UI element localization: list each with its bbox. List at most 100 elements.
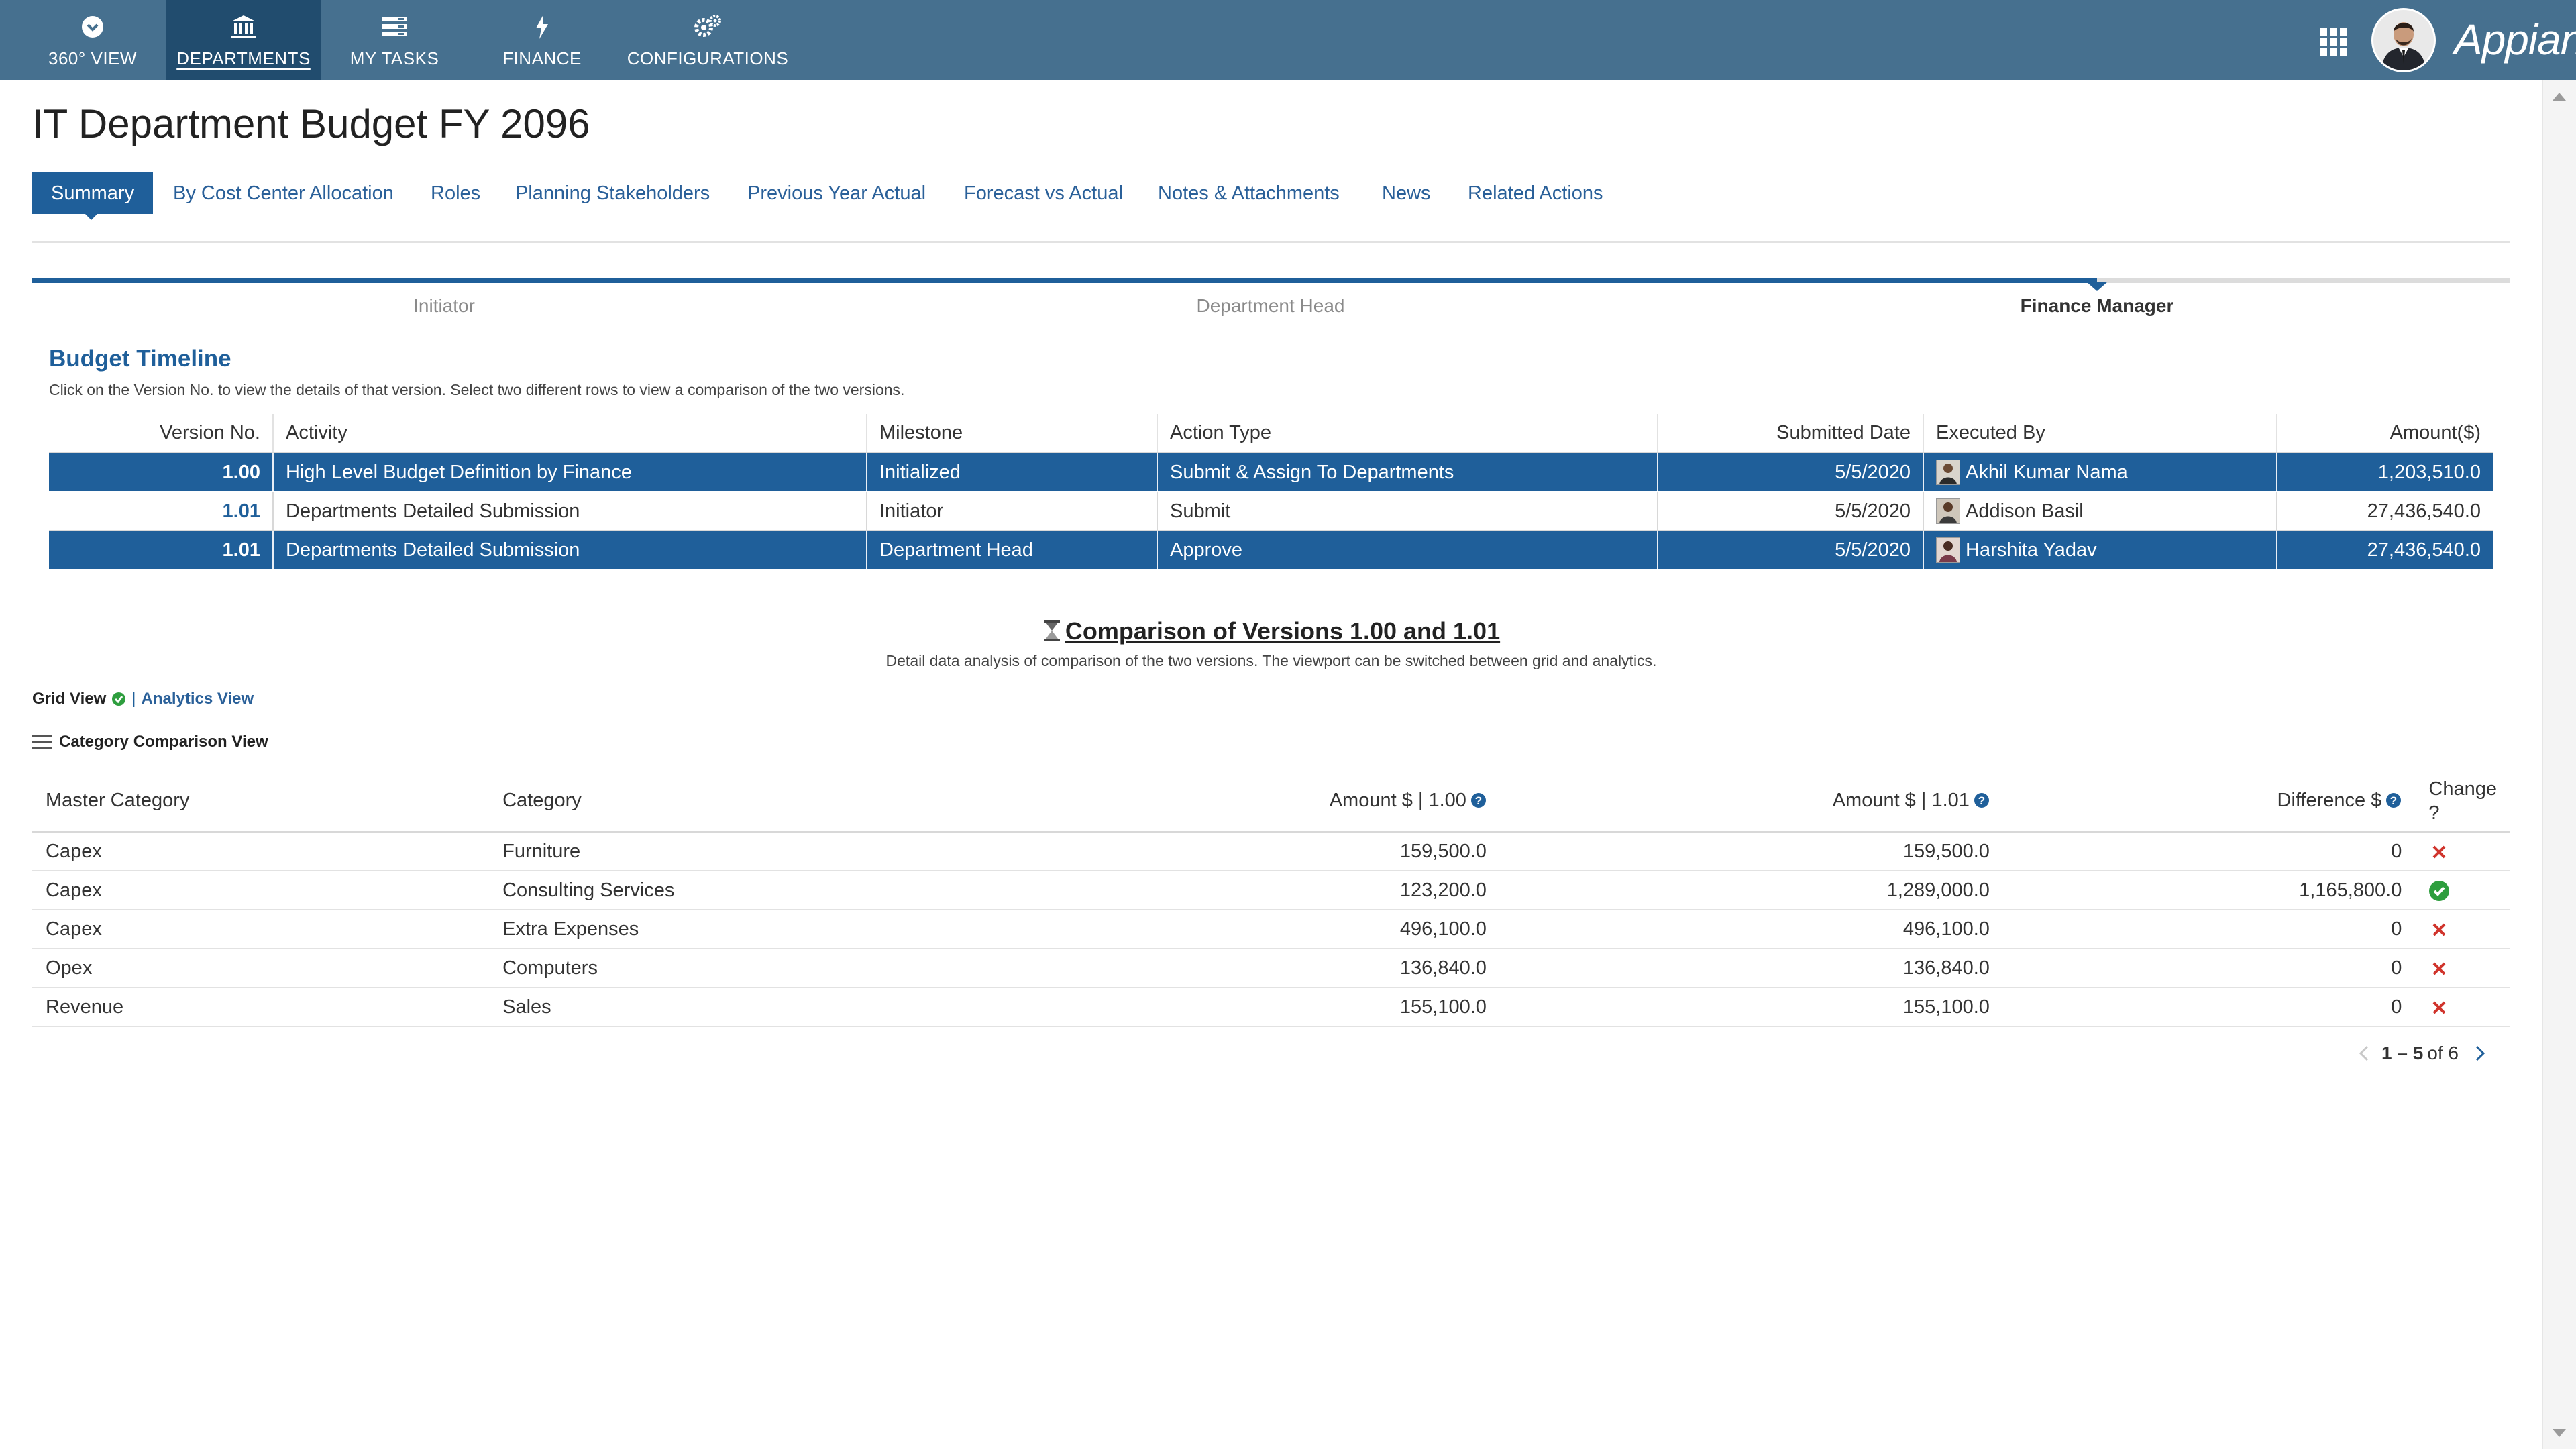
change-cell: [2415, 987, 2510, 1027]
nav-360-view[interactable]: 360° VIEW: [34, 0, 152, 80]
tabs-divider: [32, 241, 2510, 243]
col-header-activity[interactable]: Activity: [272, 414, 867, 453]
amount-v2-cell: 496,100.0: [1499, 910, 2003, 949]
col-header-difference[interactable]: Difference $?: [2002, 770, 2416, 833]
version-link[interactable]: 1.01: [223, 539, 260, 561]
table-row[interactable]: 1.00 High Level Budget Definition by Fin…: [49, 453, 2493, 492]
nav-finance[interactable]: FINANCE: [483, 0, 601, 80]
stepper-progress-complete: [32, 278, 2097, 283]
activity-cell: Departments Detailed Submission: [272, 531, 867, 570]
x-mark-icon: [2428, 841, 2450, 863]
help-circle-icon[interactable]: ?: [1470, 792, 1487, 808]
step-finance-manager: Finance Manager: [2020, 295, 2174, 316]
action-type-cell: Approve: [1157, 531, 1658, 570]
tab-by-cost-center-allocation[interactable]: By Cost Center Allocation: [173, 172, 394, 214]
tab-forecast-vs-actual[interactable]: Forecast vs Actual: [964, 172, 1123, 214]
budget-timeline-grid: Version No. Activity Milestone Action Ty…: [49, 414, 2493, 570]
tab-news[interactable]: News: [1382, 172, 1431, 214]
table-row[interactable]: 1.01 Departments Detailed Submission Ini…: [49, 492, 2493, 531]
help-circle-icon[interactable]: ?: [2385, 792, 2402, 808]
category-cell: Consulting Services: [489, 871, 947, 910]
col-header-submitted-date[interactable]: Submitted Date: [1657, 414, 1923, 453]
amount-v1-cell: 496,100.0: [946, 910, 1500, 949]
col-header-amount-v2[interactable]: Amount $ | 1.01?: [1499, 770, 2003, 833]
user-thumbnail-icon: [1936, 537, 1960, 563]
tab-summary[interactable]: Summary: [32, 172, 154, 214]
version-link[interactable]: 1.00: [223, 462, 260, 483]
col-header-label: Amount $ | 1.00: [1329, 790, 1466, 811]
activity-cell: Departments Detailed Submission: [272, 492, 867, 531]
difference-cell: 0: [2002, 832, 2416, 871]
table-row: Opex Computers 136,840.0 136,840.0 0: [32, 949, 2510, 988]
user-avatar[interactable]: [2371, 8, 2436, 72]
user-thumbnail-icon: [1936, 498, 1960, 524]
col-header-change[interactable]: Change ?: [2415, 770, 2510, 833]
col-header-amount[interactable]: Amount($): [2276, 414, 2493, 453]
table-row: Capex Furniture 159,500.0 159,500.0 0: [32, 832, 2510, 871]
amount-v2-cell: 136,840.0: [1499, 949, 2003, 988]
category-cell: Computers: [489, 949, 947, 988]
svg-text:?: ?: [1978, 794, 1985, 807]
nav-label: FINANCE: [502, 48, 582, 68]
master-category-cell: Capex: [32, 871, 490, 910]
stepper-progress-remaining: [2097, 278, 2510, 283]
nav-configurations[interactable]: CONFIGURATIONS: [624, 0, 792, 80]
col-header-version[interactable]: Version No.: [49, 414, 273, 453]
action-type-cell: Submit & Assign To Departments: [1157, 453, 1658, 492]
page-scrollbar[interactable]: [2542, 80, 2576, 1449]
table-row: Capex Consulting Services 123,200.0 1,28…: [32, 871, 2510, 910]
amount-cell: 27,436,540.0: [2276, 492, 2493, 531]
category-cell: Furniture: [489, 832, 947, 871]
grid-view-option[interactable]: Grid View: [32, 690, 106, 708]
help-circle-icon[interactable]: ?: [1974, 792, 1990, 808]
nav-departments[interactable]: DEPARTMENTS: [166, 0, 321, 80]
tab-related-actions[interactable]: Related Actions: [1468, 172, 1603, 214]
col-header-master-category[interactable]: Master Category: [32, 770, 490, 833]
comparison-title-text: Comparison of Versions 1.00 and 1.01: [1065, 617, 1501, 645]
master-category-cell: Capex: [32, 910, 490, 949]
amount-v2-cell: 1,289,000.0: [1499, 871, 2003, 910]
executed-by-name: Harshita Yadav: [1966, 539, 2097, 561]
nav-my-tasks[interactable]: MY TASKS: [335, 0, 453, 80]
scroll-down-arrow-icon[interactable]: [2553, 1429, 2566, 1437]
action-type-cell: Submit: [1157, 492, 1658, 531]
master-category-cell: Capex: [32, 832, 490, 871]
col-header-label: Difference $: [2277, 790, 2382, 811]
nav-label: 360° VIEW: [48, 48, 137, 68]
amount-cell: 1,203,510.0: [2276, 453, 2493, 492]
x-mark-icon: [2428, 958, 2450, 979]
chevron-left-icon[interactable]: [2355, 1043, 2375, 1063]
table-row[interactable]: 1.01 Departments Detailed Submission Dep…: [49, 531, 2493, 570]
hamburger-menu-icon[interactable]: [32, 733, 54, 751]
activity-cell: High Level Budget Definition by Finance: [272, 453, 867, 492]
col-header-label: Amount $ | 1.01: [1832, 790, 1970, 811]
col-header-category[interactable]: Category: [489, 770, 947, 833]
submitted-date-cell: 5/5/2020: [1657, 531, 1923, 570]
col-header-action-type[interactable]: Action Type: [1157, 414, 1658, 453]
chevron-down-circle-icon: [78, 12, 107, 42]
tab-previous-year-actual[interactable]: Previous Year Actual: [747, 172, 926, 214]
tab-notes-attachments[interactable]: Notes & Attachments: [1158, 172, 1340, 214]
gears-icon: [693, 12, 722, 42]
col-header-amount-v1[interactable]: Amount $ | 1.00?: [946, 770, 1500, 833]
analytics-view-link[interactable]: Analytics View: [142, 690, 254, 708]
scroll-up-arrow-icon[interactable]: [2553, 93, 2566, 101]
col-header-executed-by[interactable]: Executed By: [1923, 414, 2277, 453]
submitted-date-cell: 5/5/2020: [1657, 492, 1923, 531]
master-category-cell: Revenue: [32, 987, 490, 1027]
executed-by-cell: Addison Basil: [1923, 492, 2277, 531]
chevron-right-icon[interactable]: [2469, 1043, 2489, 1063]
tab-roles[interactable]: Roles: [431, 172, 480, 214]
tab-planning-stakeholders[interactable]: Planning Stakeholders: [515, 172, 710, 214]
category-comparison-view: Category Comparison View: [32, 733, 268, 751]
table-row: Capex Extra Expenses 496,100.0 496,100.0…: [32, 910, 2510, 949]
col-header-milestone[interactable]: Milestone: [866, 414, 1157, 453]
table-header-row: Master Category Category Amount $ | 1.00…: [32, 770, 2510, 833]
submitted-date-cell: 5/5/2020: [1657, 453, 1923, 492]
view-separator: |: [131, 690, 136, 708]
version-link[interactable]: 1.01: [223, 500, 260, 522]
app-grid-icon[interactable]: [2320, 28, 2348, 56]
comparison-title: Comparison of Versions 1.00 and 1.01: [0, 617, 2542, 645]
comparison-subtitle: Detail data analysis of comparison of th…: [885, 652, 1657, 669]
amount-v1-cell: 159,500.0: [946, 832, 1500, 871]
